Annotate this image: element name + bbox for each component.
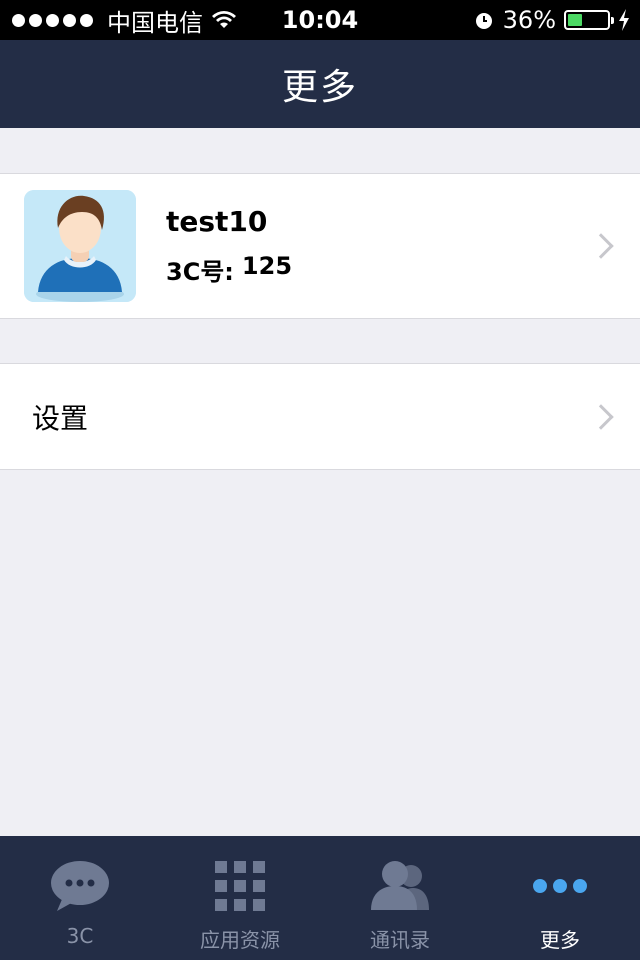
carrier-name: 中国电信 (107, 8, 203, 37)
grid-icon (205, 860, 275, 912)
navigation-bar: 更多 (0, 40, 640, 128)
user-avatar-icon (24, 190, 136, 302)
tab-label: 更多 (540, 928, 580, 952)
avatar (24, 190, 136, 302)
settings-label: 设置 (32, 401, 89, 435)
tab-label: 应用资源 (200, 928, 280, 952)
contacts-icon (365, 860, 435, 912)
signal-strength-icon (12, 13, 93, 27)
tab-contacts[interactable]: 通讯录 (320, 836, 480, 960)
profile-id: 3C号: 125 (166, 252, 292, 287)
status-bar: 中国电信 10:04 36% (0, 0, 640, 40)
tab-3c[interactable]: 3C (0, 836, 160, 960)
page-title: 更多 (281, 67, 358, 108)
status-right: 36% (473, 6, 630, 34)
profile-name: test10 (166, 205, 268, 238)
battery-percent: 36% (502, 6, 556, 34)
status-left: 中国电信 (12, 3, 237, 38)
chevron-right-icon (588, 403, 614, 430)
settings-cell[interactable]: 设置 (0, 363, 640, 470)
chevron-right-icon (588, 233, 614, 259)
profile-info: test10 3C号: 125 (166, 205, 292, 287)
tab-bar: 3C 应用资源 通讯录 更多 (0, 836, 640, 960)
battery-level (568, 14, 582, 26)
wifi-icon (212, 11, 236, 28)
tab-label: 3C (66, 924, 94, 948)
profile-id-value: 125 (241, 252, 293, 280)
profile-id-label: 3C号: (166, 258, 234, 286)
tab-label: 通讯录 (370, 928, 430, 952)
tab-apps[interactable]: 应用资源 (160, 836, 320, 960)
charging-bolt-icon (619, 9, 629, 31)
battery-icon (564, 10, 614, 30)
profile-cell[interactable]: test10 3C号: 125 (0, 173, 640, 319)
chat-bubble-icon (45, 860, 115, 912)
more-dots-icon (525, 860, 595, 912)
alarm-clock-icon (475, 13, 492, 29)
tab-more[interactable]: 更多 (480, 836, 640, 960)
